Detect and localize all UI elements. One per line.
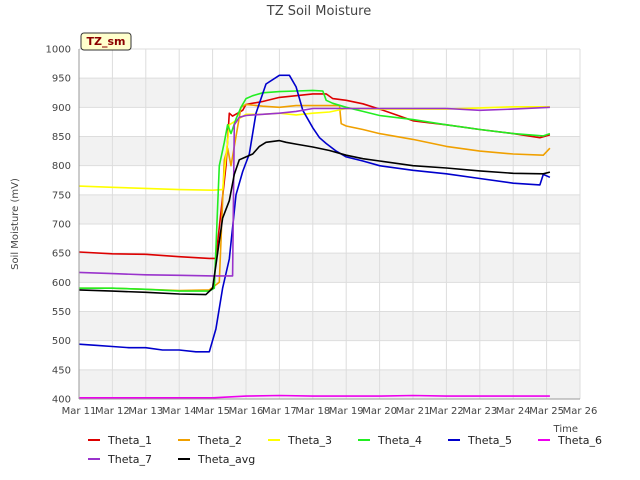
x-tick-label: Mar 16 <box>229 406 264 417</box>
y-tick-label: 550 <box>52 307 71 318</box>
y-tick-label: 700 <box>52 220 71 231</box>
legend-label: Theta_avg <box>197 453 255 466</box>
x-tick-label: Mar 22 <box>429 406 464 417</box>
x-tick-label: Mar 20 <box>362 406 397 417</box>
x-tick-label: Mar 13 <box>128 406 163 417</box>
plot-band <box>79 78 580 108</box>
y-tick-label: 450 <box>52 365 71 376</box>
legend-item-theta-1: Theta_1 <box>88 434 152 447</box>
legend-item-theta-4: Theta_4 <box>358 434 422 447</box>
y-tick-label: 1000 <box>46 45 71 56</box>
legend-item-theta-5: Theta_5 <box>448 434 512 447</box>
plot-band <box>79 253 580 283</box>
x-tick-label: Mar 21 <box>396 406 431 417</box>
legend-label: Theta_6 <box>557 434 602 447</box>
soil-moisture-chart: TZ Soil Moisture 400 450 500 550 600 650 700 75… <box>10 4 602 466</box>
x-tick-label: Mar 26 <box>563 406 598 417</box>
legend-item-theta-3: Theta_3 <box>268 434 332 447</box>
x-tick-label: Mar 11 <box>62 406 97 417</box>
plot-band <box>79 369 580 399</box>
legend-item-theta-7: Theta_7 <box>88 453 152 466</box>
legend-item-theta-2: Theta_2 <box>178 434 242 447</box>
y-tick-label: 750 <box>52 190 71 201</box>
x-tick-label: Mar 23 <box>462 406 497 417</box>
legend-item-theta-6: Theta_6 <box>538 434 602 447</box>
y-tick-label: 900 <box>52 103 71 114</box>
x-axis-ticks: Mar 11Mar 12Mar 13Mar 14Mar 15Mar 16Mar … <box>62 406 598 417</box>
y-tick-label: 500 <box>52 336 71 347</box>
x-tick-label: Mar 12 <box>95 406 130 417</box>
y-tick-label: 800 <box>52 161 71 172</box>
legend-label: Theta_4 <box>377 434 422 447</box>
y-axis-ticks: 400 450 500 550 600 650 700 750 800 850 900 950 1000 <box>46 45 71 406</box>
x-tick-label: Mar 17 <box>262 406 297 417</box>
station-tag-label: TZ_sm <box>87 35 126 48</box>
x-tick-label: Mar 19 <box>329 406 364 417</box>
x-tick-label: Mar 25 <box>529 406 564 417</box>
x-tick-label: Mar 18 <box>295 406 330 417</box>
legend: Theta_1 Theta_2 Theta_3 Theta_4 Theta_5 Theta… <box>88 434 602 466</box>
plot-band <box>79 311 580 341</box>
x-tick-label: Mar 14 <box>162 406 197 417</box>
plot-band <box>79 194 580 224</box>
station-tag: TZ_sm <box>80 32 132 51</box>
legend-label: Theta_3 <box>287 434 332 447</box>
chart-title: TZ Soil Moisture <box>266 4 372 19</box>
legend-label: Theta_1 <box>107 434 152 447</box>
y-tick-label: 600 <box>52 278 71 289</box>
y-tick-label: 850 <box>52 132 71 143</box>
y-tick-label: 400 <box>52 395 71 406</box>
legend-label: Theta_7 <box>107 453 152 466</box>
x-tick-label: Mar 15 <box>195 406 230 417</box>
legend-label: Theta_2 <box>197 434 242 447</box>
y-tick-label: 650 <box>52 249 71 260</box>
x-tick-label: Mar 24 <box>496 406 531 417</box>
legend-item-theta-avg: Theta_avg <box>178 453 255 466</box>
y-axis-label: Soil Moisture (mV) <box>10 178 21 270</box>
legend-label: Theta_5 <box>467 434 512 447</box>
y-tick-label: 950 <box>52 74 71 85</box>
